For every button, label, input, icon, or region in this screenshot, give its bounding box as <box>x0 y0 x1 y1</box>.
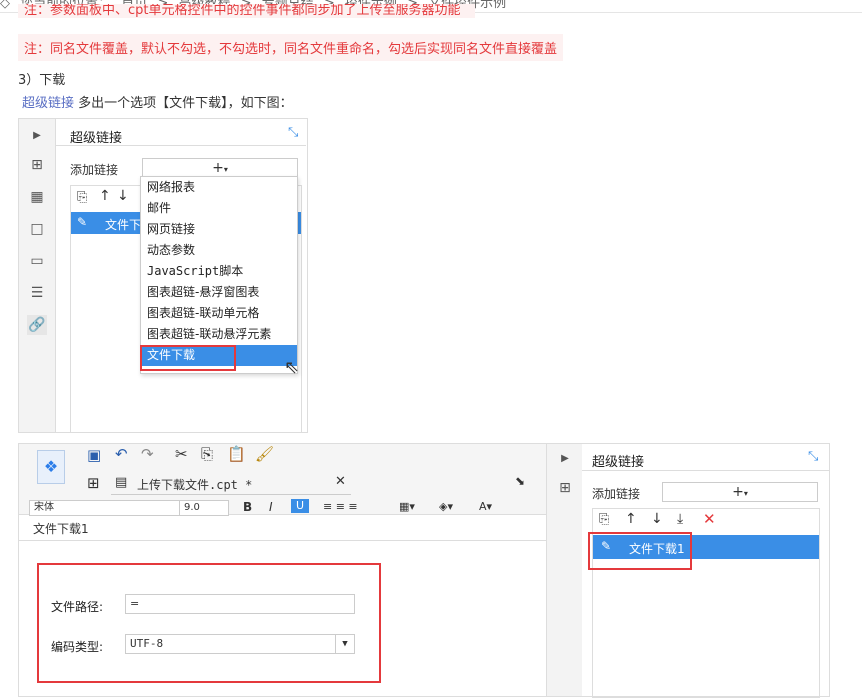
border-icon[interactable]: ▦▾ <box>399 500 415 513</box>
menu-item-chart-float[interactable]: 图表超链-悬浮窗图表 <box>141 282 297 303</box>
divider <box>19 540 579 541</box>
menu-item-dynamic-param[interactable]: 动态参数 <box>141 240 297 261</box>
path-label: 文件路径: <box>51 600 104 614</box>
side-toolbar: ▶ ⊞ ▦ □ ▭ ☰ 🔗 <box>19 119 56 432</box>
delete-icon[interactable]: ✕ <box>703 510 716 528</box>
close-tab-icon[interactable]: ✕ <box>335 474 346 489</box>
font-size-value: 9.0 <box>184 502 200 513</box>
cell-attribute-icon[interactable]: ⊞ <box>27 155 47 175</box>
expand-icon[interactable]: ⬊ <box>515 474 525 488</box>
form-title: 文件下载1 <box>33 522 89 536</box>
intro-text: 超级链接 多出一个选项【文件下载】，如下图： <box>22 92 293 111</box>
collapse-arrow-icon[interactable]: ▶ <box>27 125 47 145</box>
file-download-form: 文件下载1 文件路径: = 编码类型: UTF-8 ▼ <box>19 516 579 696</box>
highlight-box <box>37 563 381 683</box>
side-toolbar: ▶ ⊞ <box>546 444 584 696</box>
encoding-label: 编码类型: <box>51 640 104 654</box>
divider <box>582 470 829 471</box>
cell-attribute-icon[interactable]: ⊞ <box>555 478 575 498</box>
edit-icon: ✎ <box>77 215 88 229</box>
encoding-select[interactable]: UTF-8 ▼ <box>125 634 355 654</box>
location-icon: ◇ <box>0 0 10 11</box>
menu-item-web-report[interactable]: 网络报表 <box>141 177 297 198</box>
copy-icon[interactable]: ⎘ <box>77 190 87 205</box>
underline-button[interactable]: U <box>291 499 309 513</box>
font-select[interactable]: 宋体 <box>29 500 183 516</box>
add-link-button[interactable]: +▾ <box>662 482 818 502</box>
note-overwrite: 注：同名文件覆盖，默认不勾选，不勾选时，同名文件重命名，勾选后实现同名文件直接覆… <box>18 34 564 61</box>
designer-toolbar: ❖ ▣ ↶ ↷ ✂ ⎘ 📋 🖌 ⊞ ▤ 上传下载文件.cpt * ✕ ⬊ 宋体 … <box>19 444 579 516</box>
add-link-label: 添加链接 <box>592 487 641 501</box>
align-icons[interactable]: ≡ ≡ ≡ <box>323 500 358 513</box>
condition-icon[interactable]: ▭ <box>27 251 47 271</box>
highlight-box <box>588 532 692 570</box>
panel-title: 超级链接 <box>592 455 645 470</box>
frame-icon[interactable]: □ <box>27 219 47 239</box>
highlight-box <box>140 345 236 371</box>
cursor-icon: ⇖ <box>284 357 300 378</box>
hyperlink-term[interactable]: 超级链接 <box>22 96 74 111</box>
add-link-button[interactable]: +▾ <box>142 158 298 178</box>
move-down-icon[interactable]: ↓ <box>117 188 129 204</box>
app-logo-icon: ❖ <box>37 450 65 484</box>
copy-icon[interactable]: ⎘ <box>201 445 213 463</box>
menu-item-chart-cell[interactable]: 图表超链-联动单元格 <box>141 303 297 324</box>
resize-icon[interactable]: ⤡ <box>288 125 298 140</box>
tab-file-label: 上传下载文件.cpt * <box>137 478 253 492</box>
font-select-value: 宋体 <box>34 502 54 513</box>
divider <box>56 145 306 146</box>
section-heading: 3）下载 <box>18 73 66 88</box>
resize-icon[interactable]: ⤡ <box>808 449 818 464</box>
cell-element-icon[interactable]: ☰ <box>27 283 47 303</box>
chevron-down-icon[interactable]: ▼ <box>335 635 354 653</box>
menu-item-email[interactable]: 邮件 <box>141 198 297 219</box>
paste-icon[interactable]: 📋 <box>227 445 246 463</box>
copy-icon[interactable]: ⎘ <box>599 512 609 527</box>
save-icon[interactable]: ▣ <box>87 446 101 464</box>
menu-item-chart-float-element[interactable]: 图表超链-联动悬浮元素 <box>141 324 297 345</box>
file-icon: ▤ <box>115 475 128 490</box>
chevron-down-icon: ▾ <box>223 165 228 174</box>
move-up-icon[interactable]: ↑ <box>99 188 111 204</box>
move-bottom-icon[interactable]: ⤓ <box>677 511 683 527</box>
fill-color-icon[interactable]: ◈▾ <box>439 500 453 513</box>
screenshot-file-download-editor: ❖ ▣ ↶ ↷ ✂ ⎘ 📋 🖌 ⊞ ▤ 上传下载文件.cpt * ✕ ⬊ 宋体 … <box>18 443 830 698</box>
screenshot-hyperlink-menu: ▶ ⊞ ▦ □ ▭ ☰ 🔗 超级链接 ⤡ 添加链接 +▾ ⎘ ↑ ↓ ✎ 文件下… <box>18 118 308 433</box>
redo-icon[interactable]: ↷ <box>141 445 154 463</box>
intro-rest: 多出一个选项【文件下载】，如下图： <box>74 96 293 111</box>
format-brush-icon[interactable]: 🖌 <box>255 445 274 463</box>
widget-settings-icon[interactable]: ▦ <box>27 187 47 207</box>
hyperlink-panel: 超级链接 ⤡ 添加链接 +▾ ⎘ ↑ ↓ ⤓ ✕ ✎ 文件下载1 <box>582 444 829 698</box>
encoding-value: UTF-8 <box>130 637 164 650</box>
undo-icon[interactable]: ↶ <box>115 445 128 463</box>
menu-item-javascript[interactable]: JavaScript脚本 <box>141 261 297 282</box>
hyperlink-icon[interactable]: 🔗 <box>27 315 47 335</box>
italic-button[interactable]: I <box>269 500 273 514</box>
panel-title: 超级链接 <box>70 131 123 146</box>
sheet-icon: ⊞ <box>87 474 100 492</box>
tab-file[interactable]: ▤ 上传下载文件.cpt * ✕ <box>111 472 351 495</box>
menu-item-web-link[interactable]: 网页链接 <box>141 219 297 240</box>
bold-button[interactable]: B <box>243 500 252 514</box>
path-input[interactable]: = <box>125 594 355 614</box>
cut-icon[interactable]: ✂ <box>175 445 188 463</box>
font-size-select[interactable]: 9.0 <box>179 500 229 516</box>
move-down-icon[interactable]: ↓ <box>651 511 663 527</box>
collapse-arrow-icon[interactable]: ▶ <box>555 448 575 468</box>
font-color-icon[interactable]: A▾ <box>479 500 492 513</box>
add-link-label: 添加链接 <box>70 163 119 177</box>
chevron-down-icon: ▾ <box>743 489 748 498</box>
move-up-icon[interactable]: ↑ <box>625 511 637 527</box>
note-sync: 注：参数面板中、cpt单元格控件中的控件事件都同步加了上传至服务器功能 <box>18 4 475 18</box>
